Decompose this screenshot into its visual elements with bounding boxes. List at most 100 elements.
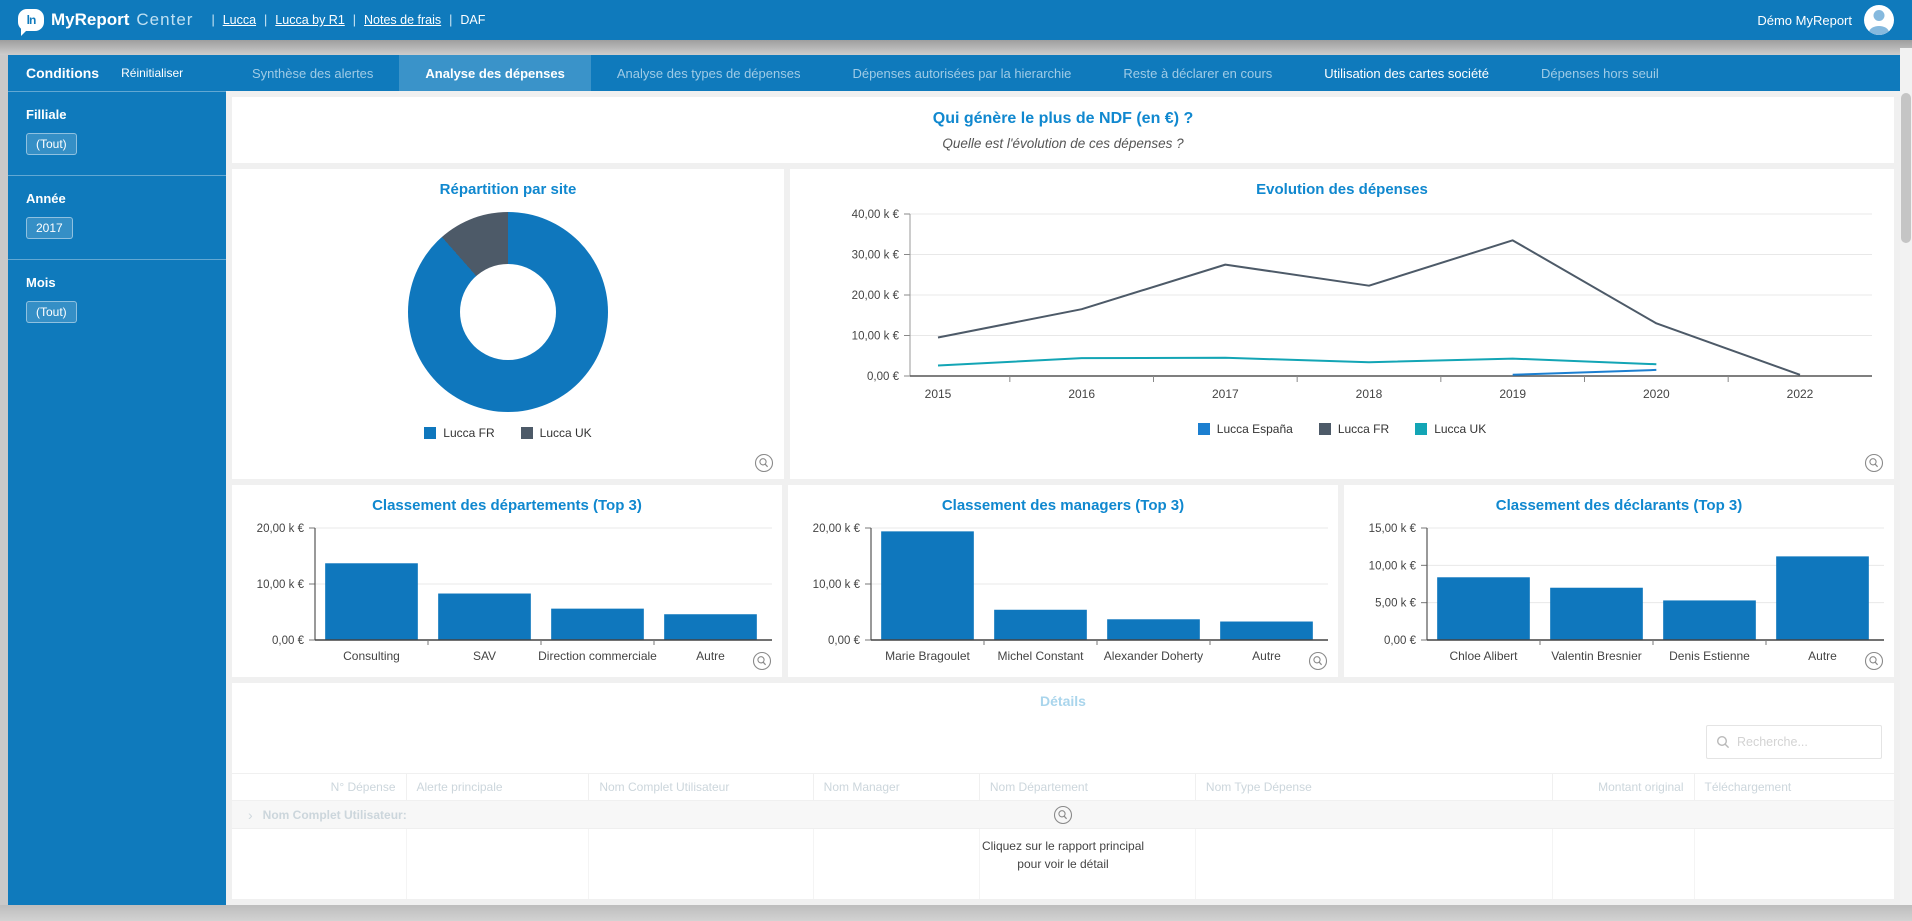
breadcrumb-separator: |: [211, 13, 214, 27]
search-input[interactable]: [1737, 735, 1872, 749]
line-chart-legend: Lucca España Lucca FR Lucca UK: [1198, 422, 1486, 436]
breadcrumb: | Lucca | Lucca by R1 | Notes de frais |…: [211, 13, 485, 27]
vertical-scrollbar[interactable]: [1900, 48, 1912, 905]
repartition-par-site-panel: Répartition par site Lucca FR Lucca: [232, 169, 784, 479]
zoom-icon[interactable]: [754, 453, 774, 473]
svg-text:30,00 k €: 30,00 k €: [852, 250, 900, 262]
svg-text:Michel Constant: Michel Constant: [997, 649, 1084, 663]
legend-item-lucca-uk: Lucca UK: [521, 426, 592, 440]
details-title: Détails: [232, 693, 1894, 709]
legend-label: Lucca UK: [1434, 422, 1486, 436]
dashboard-question-subtitle: Quelle est l'évolution de ces dépenses ?: [942, 136, 1183, 151]
filter-label-annee: Année: [26, 191, 208, 206]
breadcrumb-link-lucca-by-r1[interactable]: Lucca by R1: [275, 13, 344, 27]
svg-text:2019: 2019: [1499, 387, 1526, 401]
filter-value-annee[interactable]: 2017: [26, 217, 73, 239]
zoom-icon[interactable]: [1308, 651, 1328, 671]
brand-name-bold: MyReport: [51, 10, 129, 30]
top-header-bar: ln MyReportCenter | Lucca | Lucca by R1 …: [0, 0, 1912, 40]
dashboard-main: Qui génère le plus de NDF (en €) ? Quell…: [226, 91, 1900, 905]
filter-label-mois: Mois: [26, 275, 208, 290]
tab-depenses-hors-seuil[interactable]: Dépenses hors seuil: [1515, 55, 1685, 91]
column-header-alerte-principale[interactable]: Alerte principale: [407, 774, 590, 800]
breadcrumb-separator: |: [264, 13, 267, 27]
svg-text:0,00 €: 0,00 €: [1384, 635, 1417, 647]
declarants-bar-chart[interactable]: 0,00 €5,00 k €10,00 k €15,00 k €Chloe Al…: [1349, 518, 1889, 670]
tab-depenses-autorisees-par-la-hierarchie[interactable]: Dépenses autorisées par la hierarchie: [826, 55, 1097, 91]
zoom-icon[interactable]: [1864, 651, 1884, 671]
departments-bar-chart[interactable]: 0,00 €10,00 k €20,00 k €ConsultingSAVDir…: [237, 518, 777, 670]
details-search-box: [1706, 725, 1882, 759]
svg-text:2016: 2016: [1068, 387, 1095, 401]
zoom-icon[interactable]: [1053, 805, 1073, 825]
vertical-scrollbar-thumb[interactable]: [1901, 93, 1911, 243]
filter-value-mois[interactable]: (Tout): [26, 301, 77, 323]
filter-group-mois: Mois (Tout): [8, 259, 226, 343]
svg-text:5,00 k €: 5,00 k €: [1375, 598, 1417, 610]
svg-text:20,00 k €: 20,00 k €: [852, 290, 900, 302]
expand-arrow-icon[interactable]: ›: [248, 807, 253, 823]
column-header-nom-complet-utilisateur[interactable]: Nom Complet Utilisateur: [589, 774, 813, 800]
conditions-title: Conditions: [26, 65, 99, 81]
filter-value-filliale[interactable]: (Tout): [26, 133, 77, 155]
report-tabs: Synthèse des alertes Analyse des dépense…: [226, 55, 1900, 91]
svg-text:2018: 2018: [1356, 387, 1383, 401]
legend-label: Lucca FR: [443, 426, 494, 440]
svg-text:15,00 k €: 15,00 k €: [1369, 523, 1417, 535]
svg-text:Autre: Autre: [1252, 649, 1281, 663]
zoom-icon[interactable]: [1864, 453, 1884, 473]
donut-chart-title: Répartition par site: [440, 181, 577, 198]
column-header-no-depense[interactable]: N° Dépense: [232, 774, 407, 800]
tab-utilisation-des-cartes-societe[interactable]: Utilisation des cartes société: [1298, 55, 1515, 91]
tab-synthese-des-alertes[interactable]: Synthèse des alertes: [226, 55, 399, 91]
breadcrumb-current-daf: DAF: [460, 13, 485, 27]
group-row-label: Nom Complet Utilisateur:: [263, 808, 407, 822]
column-header-telechargement[interactable]: Téléchargement: [1695, 774, 1894, 800]
svg-text:Alexander Doherty: Alexander Doherty: [1104, 649, 1203, 663]
dashboard-question-title: Qui génère le plus de NDF (en €) ?: [933, 110, 1193, 128]
svg-text:SAV: SAV: [473, 649, 496, 663]
legend-swatch: [1415, 423, 1427, 435]
conditions-header: Conditions Réinitialiser: [8, 55, 226, 91]
legend-item-lucca-espana: Lucca España: [1198, 422, 1293, 436]
managers-bar-chart[interactable]: 0,00 €10,00 k €20,00 k €Marie BragouletM…: [793, 518, 1333, 670]
tab-analyse-des-depenses[interactable]: Analyse des dépenses: [399, 55, 590, 91]
filter-label-filliale: Filliale: [26, 107, 208, 122]
classement-departements-panel: Classement des départements (Top 3) 0,00…: [232, 485, 782, 677]
site-donut-chart[interactable]: [408, 212, 608, 412]
brand-name-light: Center: [136, 10, 193, 30]
legend-swatch: [1319, 423, 1331, 435]
expenses-line-chart[interactable]: 0,00 €10,00 k €20,00 k €30,00 k €40,00 k…: [802, 198, 1882, 420]
legend-item-lucca-fr: Lucca FR: [1319, 422, 1389, 436]
column-header-nom-manager[interactable]: Nom Manager: [814, 774, 980, 800]
bottom-frame: [0, 905, 1912, 921]
details-table-header: N° Dépense Alerte principale Nom Complet…: [232, 773, 1894, 801]
legend-item-lucca-fr: Lucca FR: [424, 426, 494, 440]
tab-reste-a-declarer-en-cours[interactable]: Reste à déclarer en cours: [1097, 55, 1298, 91]
empty-details-message: Cliquez sur le rapport principal pour vo…: [982, 837, 1144, 873]
svg-text:Valentin Bresnier: Valentin Bresnier: [1551, 649, 1642, 663]
breadcrumb-link-lucca[interactable]: Lucca: [223, 13, 256, 27]
header-shadow: [0, 40, 1912, 55]
legend-swatch: [521, 427, 533, 439]
tab-analyse-des-types-de-depenses[interactable]: Analyse des types de dépenses: [591, 55, 827, 91]
svg-text:10,00 k €: 10,00 k €: [813, 579, 861, 591]
svg-text:10,00 k €: 10,00 k €: [1369, 560, 1417, 572]
reset-filters-button[interactable]: Réinitialiser: [121, 66, 183, 80]
brand-logo: ln MyReportCenter: [18, 9, 193, 31]
empty-message-line2: pour voir le détail: [982, 855, 1144, 873]
breadcrumb-link-notes-de-frais[interactable]: Notes de frais: [364, 13, 441, 27]
column-header-montant-original[interactable]: Montant original: [1553, 774, 1694, 800]
legend-label: Lucca UK: [540, 426, 592, 440]
svg-text:2020: 2020: [1643, 387, 1670, 401]
person-icon-body: [1869, 26, 1889, 35]
headline-panel: Qui génère le plus de NDF (en €) ? Quell…: [232, 97, 1894, 163]
column-header-nom-departement[interactable]: Nom Département: [980, 774, 1196, 800]
bar-chart-title: Classement des managers (Top 3): [942, 497, 1184, 514]
column-header-nom-type-depense[interactable]: Nom Type Dépense: [1196, 774, 1553, 800]
evolution-des-depenses-panel: Evolution des dépenses 0,00 €10,00 k €20…: [790, 169, 1894, 479]
svg-text:40,00 k €: 40,00 k €: [852, 209, 900, 221]
legend-swatch: [1198, 423, 1210, 435]
user-avatar[interactable]: [1864, 5, 1894, 35]
zoom-icon[interactable]: [752, 651, 772, 671]
